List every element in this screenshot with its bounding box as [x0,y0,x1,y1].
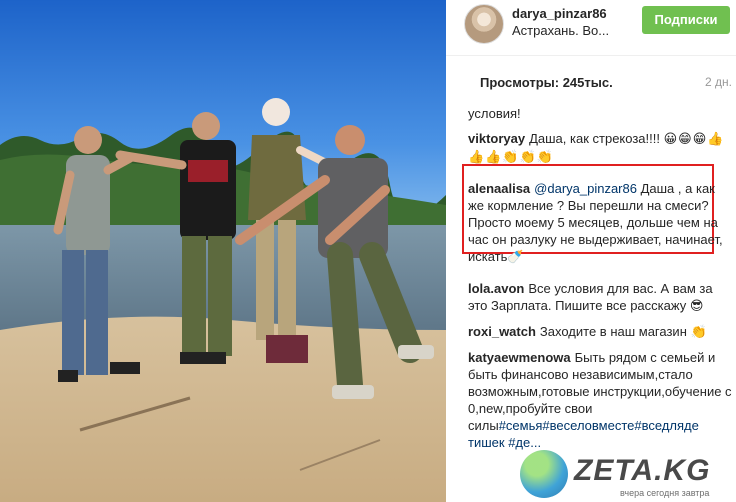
comment-text: Заходите в наш магазин [539,324,691,339]
photo-scene [0,0,446,502]
comments-list: условия! viktoryay Даша, как стрекоза!!!!… [468,105,734,459]
watermark: ZETA.KG вчера сегодня завтра [520,448,736,502]
baby-bottle-icon: 🍼 [507,250,525,265]
watermark-tagline: вчера сегодня завтра [620,488,710,498]
comment: katyaewmenowa Быть рядом с семьей и быть … [468,349,734,451]
hashtag-link[interactable]: тишек [468,435,505,450]
comment-username[interactable]: katyaewmenowa [468,350,571,365]
hashtag-link[interactable]: #вседляде [634,418,698,433]
post-header: darya_pinzar86 Астрахань. Во... Подписки [446,0,736,56]
comment-username[interactable]: lola.avon [468,281,524,296]
hashtag-link[interactable]: #веселовместе [542,418,634,433]
comment: lola.avon Все условия для вас. А вам за э… [468,280,734,315]
location-link[interactable]: Астрахань. Во... [512,23,609,38]
emoji-icon: 😎 [689,299,705,314]
views-count: Просмотры: 245тыс. [480,75,613,90]
watermark-logo: ZETA.KG [574,454,711,487]
comment-username[interactable]: viktoryay [468,131,525,146]
emoji-icon: 👏 [690,325,708,340]
comment-text: Даша, как стрекоза!!!! [529,131,664,146]
highlighted-comment: alenaalisa @darya_pinzar86 Даша , а как ж… [468,180,734,266]
comment: roxi_watch Заходите в наш магазин 👏 [468,323,734,341]
comment-username[interactable]: roxi_watch [468,324,536,339]
post-panel: darya_pinzar86 Астрахань. Во... Подписки… [446,0,736,502]
comment: условия! [468,105,734,122]
avatar[interactable] [464,4,504,44]
follow-button[interactable]: Подписки [642,6,730,34]
globe-icon [520,450,568,498]
comment-username[interactable]: alenaalisa [468,181,530,196]
comment-text: условия! [468,106,521,121]
hashtag-link[interactable]: #семья [499,418,543,433]
username-link[interactable]: darya_pinzar86 [512,6,607,21]
post-age: 2 дн. [705,75,732,89]
post-photo[interactable] [0,0,446,502]
comment: viktoryay Даша, как стрекоза!!!! 😀😁😁👍👍👍👏👏… [468,130,734,166]
comment-mention[interactable]: @darya_pinzar86 [534,181,637,196]
